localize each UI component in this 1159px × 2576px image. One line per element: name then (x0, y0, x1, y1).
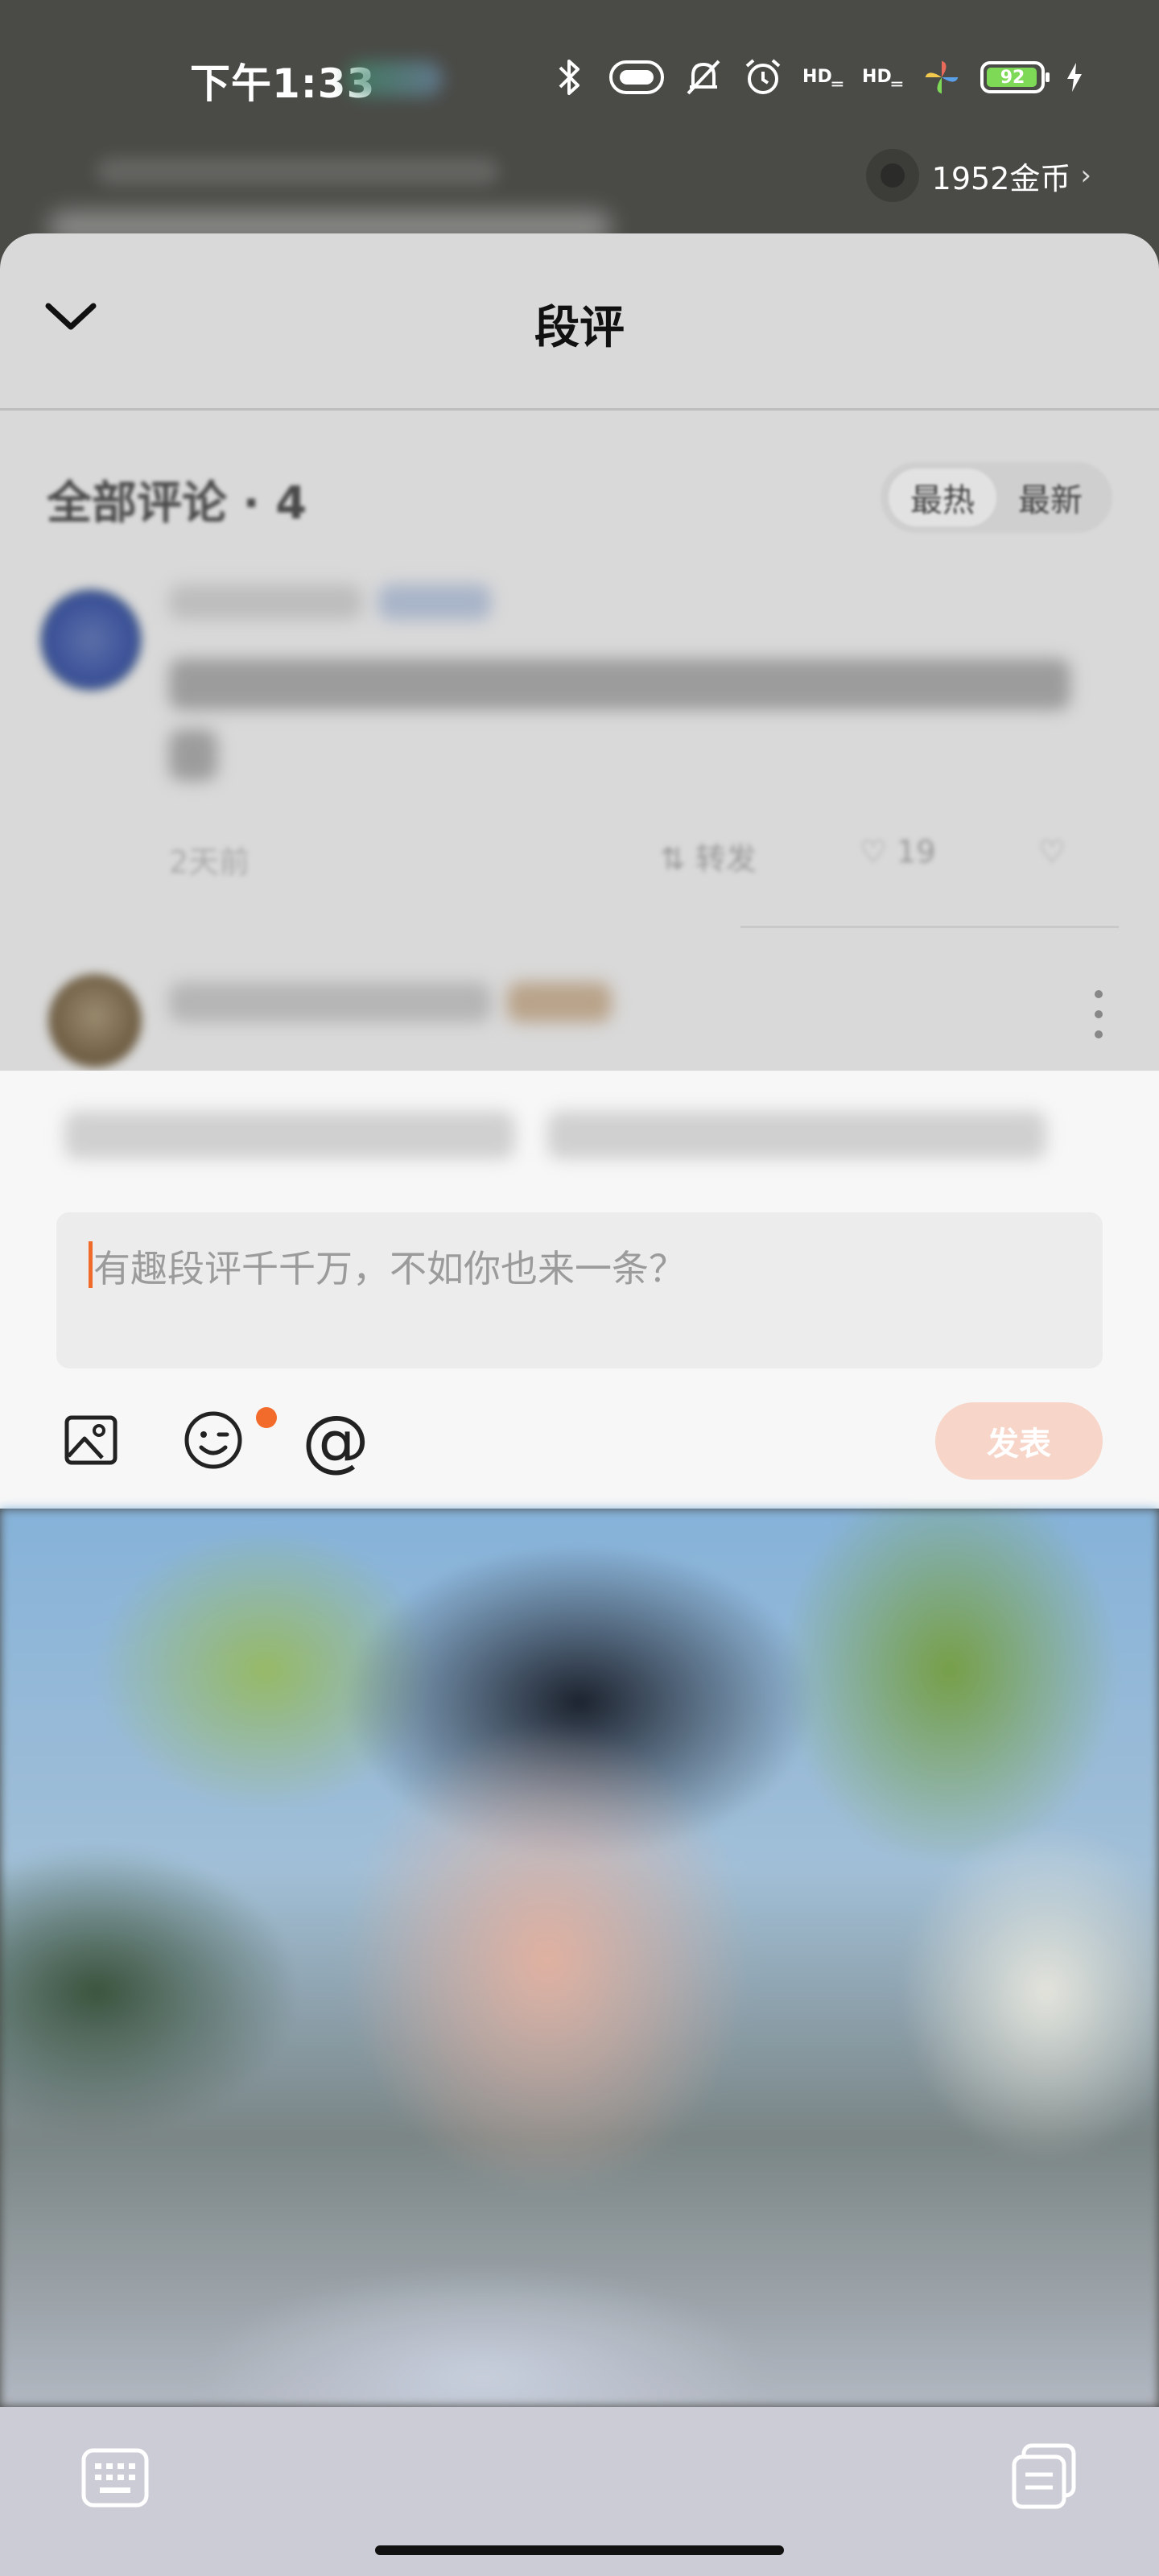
comment-badge-blur (378, 584, 491, 620)
keyboard-icon[interactable] (80, 2447, 150, 2508)
compose-panel: 有趣段评千千万，不如你也来一条？ @ 发表 (0, 1071, 1159, 1509)
comment-text-blur (169, 658, 1070, 710)
comment-badge-blur-2 (507, 982, 612, 1022)
keyboard-toolbar (0, 2407, 1159, 2576)
comment-input[interactable]: 有趣段评千千万，不如你也来一条？ (56, 1212, 1103, 1368)
alarm-icon (742, 56, 784, 98)
status-bar: 下午1:33 HD ═ HD ═ 92 (0, 0, 1159, 161)
mention-icon[interactable]: @ (299, 1404, 372, 1476)
hd-signal-icon: HD ═ (802, 67, 843, 95)
comment-username-blur-2 (169, 982, 491, 1022)
all-comments-heading: 全部评论 · 4 (47, 467, 307, 532)
sheet-header: 段评 (0, 233, 1159, 411)
comment-username-blur (169, 584, 362, 620)
text-caret (89, 1241, 93, 1288)
comment-text-blur-2 (169, 729, 217, 781)
chevron-right-icon: › (1080, 159, 1091, 192)
charging-icon (1062, 56, 1087, 98)
comment-avatar-2[interactable] (48, 974, 142, 1067)
forward-button[interactable]: ⇅ 转发 (660, 834, 757, 878)
dislike-icon[interactable]: ♡ (1038, 834, 1066, 869)
nfc-icon (608, 56, 665, 98)
comment-avatar[interactable] (40, 589, 142, 691)
mute-icon (683, 56, 724, 98)
battery-icon: 92 (980, 61, 1050, 93)
forward-label: 转发 (695, 841, 757, 877)
coins-label: 1952金币 (931, 160, 1071, 196)
sort-hot-button[interactable]: 最热 (889, 469, 996, 526)
bluetooth-icon (549, 56, 591, 98)
pinwheel-icon (921, 56, 963, 98)
comment-divider (740, 926, 1119, 928)
home-indicator[interactable] (375, 2545, 784, 2555)
like-button[interactable]: ♡ 19 (860, 834, 936, 869)
status-icons: HD ═ HD ═ 92 (549, 52, 1087, 103)
more-options-icon[interactable] (1095, 990, 1104, 1038)
clipboard-icon[interactable] (1009, 2442, 1079, 2512)
publish-button[interactable]: 发表 (935, 1402, 1103, 1480)
comment-input-placeholder: 有趣段评千千万，不如你也来一条？ (93, 1247, 686, 1290)
header-blurred-title (97, 158, 499, 185)
coin-icon (865, 149, 919, 202)
coins-badge[interactable]: 1952金币 › (865, 145, 1091, 206)
sort-toggle: 最热 最新 (881, 462, 1112, 533)
comment-sheet: 段评 全部评论 · 4 最热 最新 2天前 ⇅ 转发 ♡ 19 ♡ (0, 233, 1159, 1071)
hd-signal-icon-2: HD ═ (862, 67, 902, 95)
sort-new-button[interactable]: 最新 (996, 469, 1104, 526)
comment-count: 4 (275, 477, 307, 530)
status-notification-blur (346, 61, 443, 97)
emoji-icon[interactable] (177, 1404, 250, 1476)
all-comments-label: 全部评论 (47, 477, 227, 530)
image-icon[interactable] (55, 1404, 127, 1476)
sheet-title: 段评 (534, 302, 625, 354)
count-separator: · (227, 477, 276, 530)
compose-blurred-text (64, 1111, 1062, 1167)
comment-time: 2天前 (169, 844, 250, 880)
emoji-notification-dot (256, 1407, 277, 1428)
like-count: 19 (897, 834, 936, 869)
